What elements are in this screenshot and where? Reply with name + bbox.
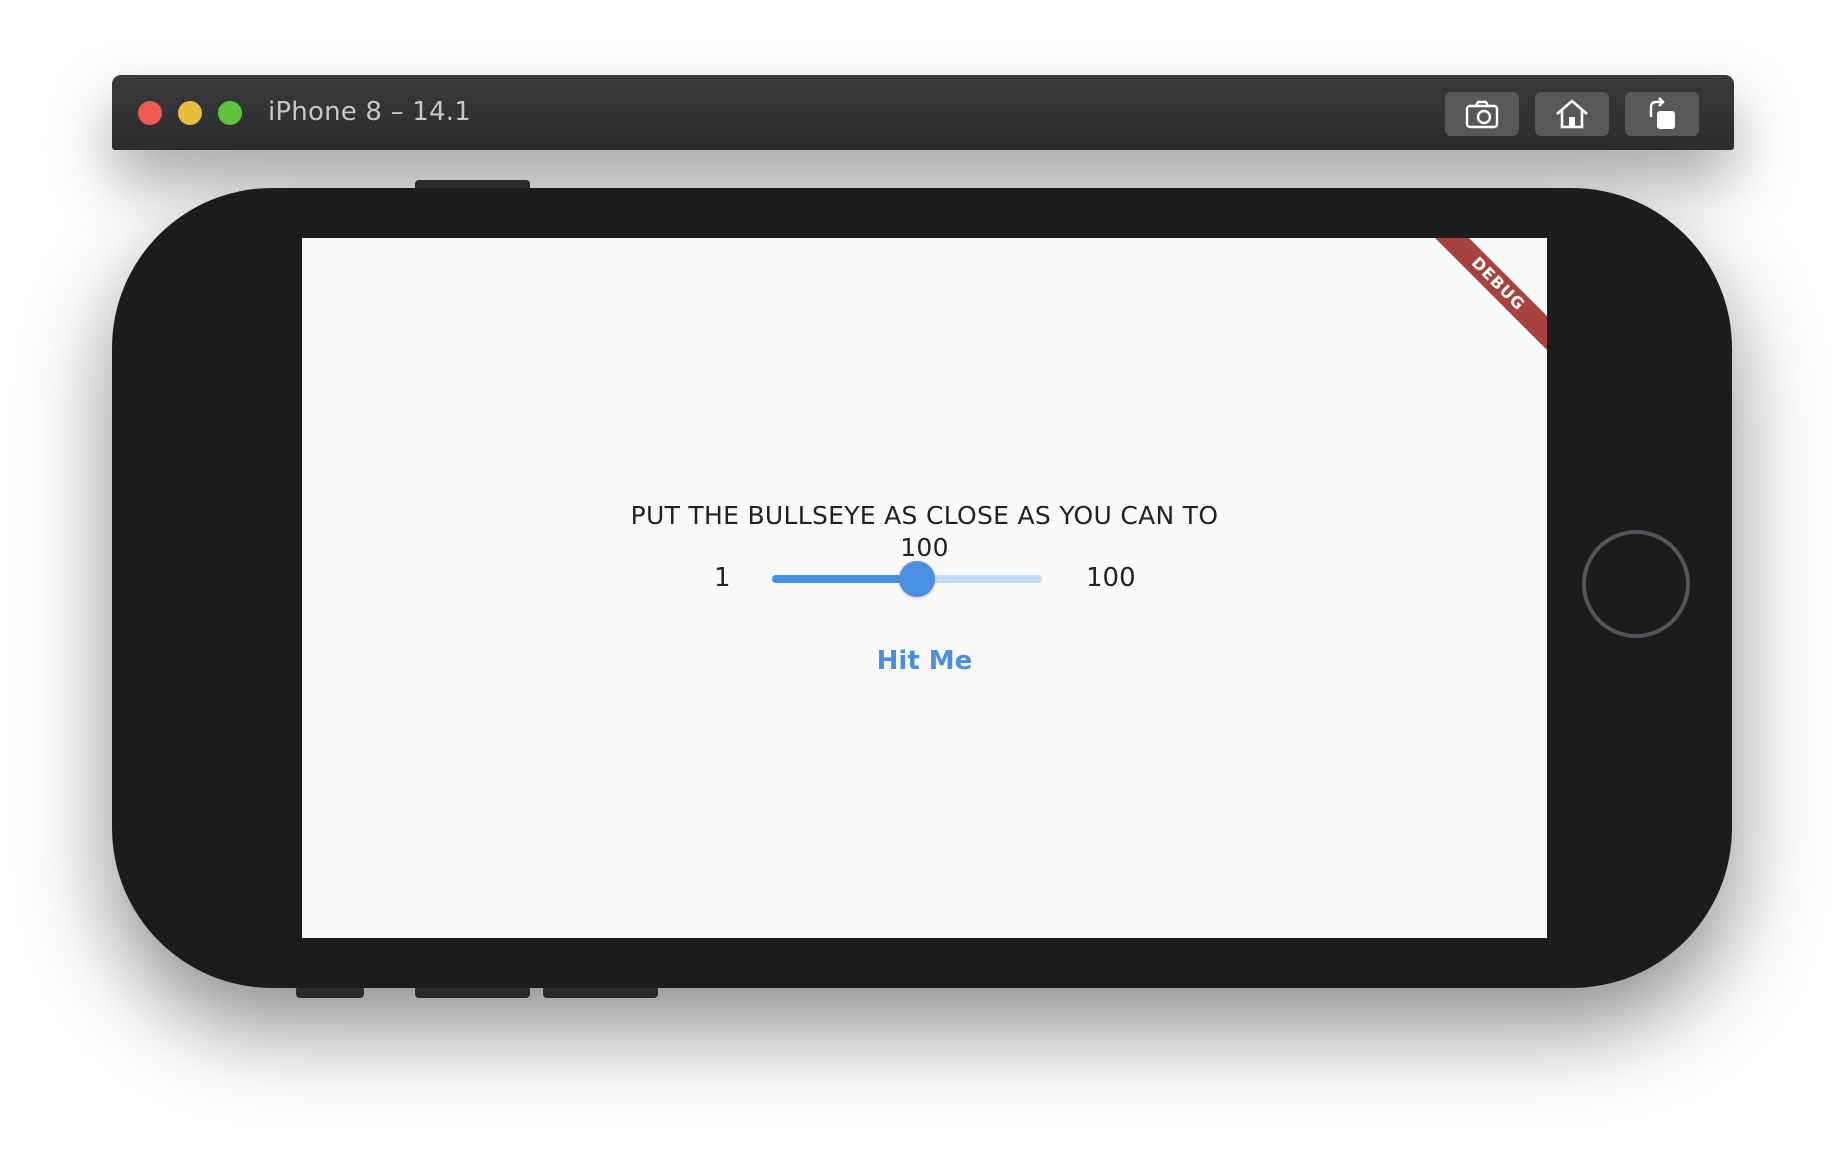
debug-banner: DEBUG [1422,238,1547,360]
slider-row: 1 100 [302,554,1547,604]
camera-icon [1465,100,1499,129]
home-icon [1556,99,1588,129]
device-home-button[interactable] [1582,530,1690,638]
prompt-line: PUT THE BULLSEYE AS CLOSE AS YOU CAN TO [630,501,1219,530]
slider-active-track [772,575,917,583]
screenshot-button[interactable] [1445,92,1519,136]
window-title: iPhone 8 – 14.1 [268,97,471,127]
simulator-title-bar: iPhone 8 – 14.1 [112,75,1734,150]
rotate-button[interactable] [1625,92,1699,136]
slider-min-label: 1 [714,563,731,593]
close-window-button[interactable] [138,101,162,125]
hit-me-button[interactable]: Hit Me [302,646,1547,676]
bullseye-slider[interactable] [772,554,1042,604]
app-screen: DEBUG PUT THE BULLSEYE AS CLOSE AS YOU C… [302,238,1547,938]
rotate-icon [1649,97,1675,129]
home-button-toolbar[interactable] [1535,92,1609,136]
minimize-window-button[interactable] [178,101,202,125]
slider-thumb[interactable] [898,561,935,597]
zoom-window-button[interactable] [218,101,242,125]
slider-max-label: 100 [1086,563,1136,593]
